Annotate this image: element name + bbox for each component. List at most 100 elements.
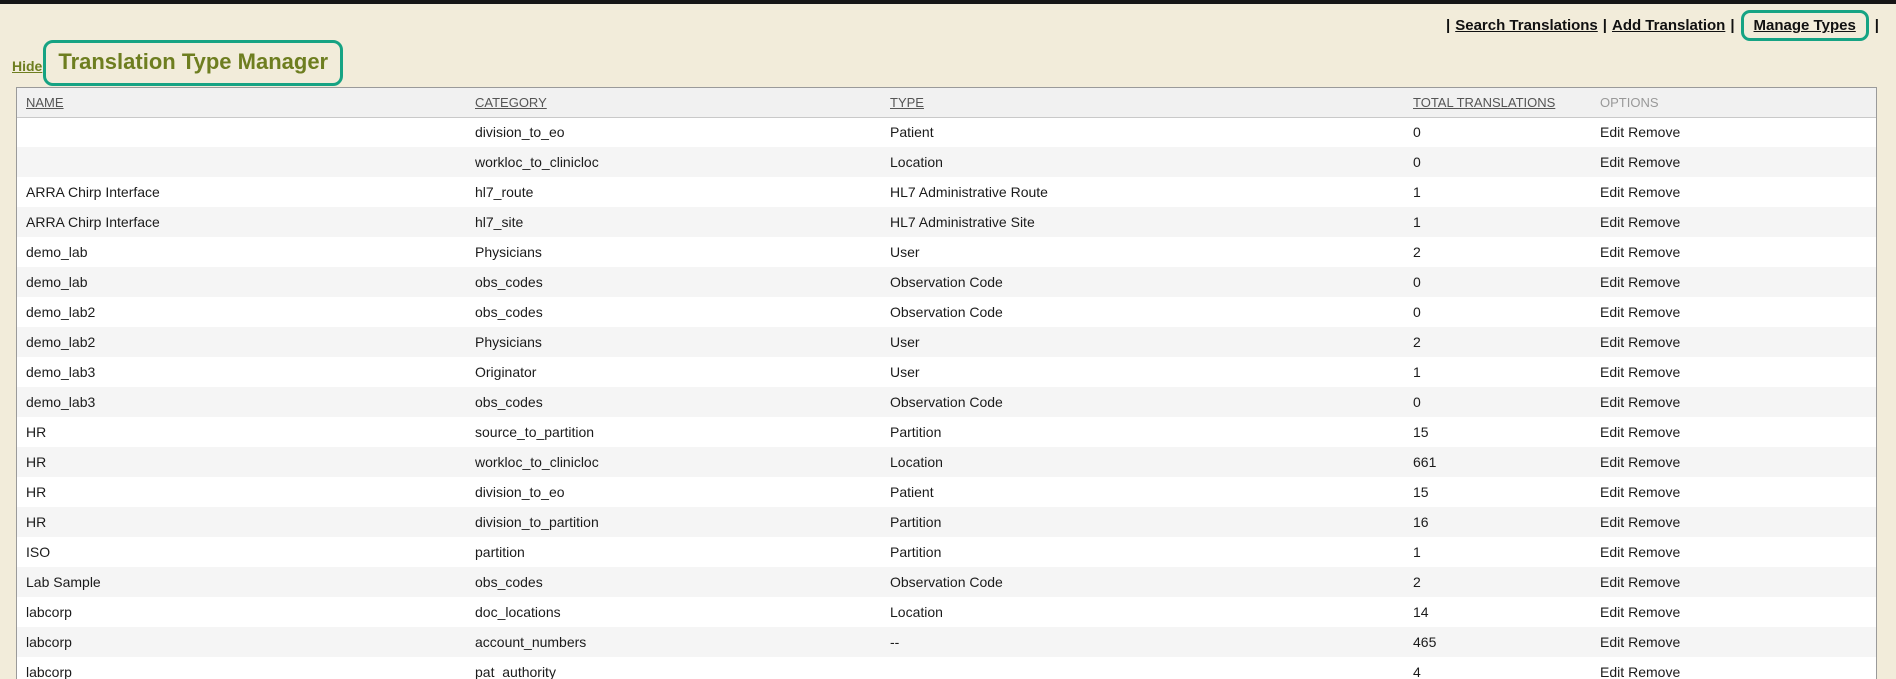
edit-link[interactable]: Edit	[1600, 124, 1624, 140]
cell-category: account_numbers	[466, 627, 881, 657]
cell-type: Location	[881, 147, 1404, 177]
cell-options: EditRemove	[1591, 387, 1876, 417]
remove-link[interactable]: Remove	[1628, 184, 1680, 200]
edit-link[interactable]: Edit	[1600, 304, 1624, 320]
edit-link[interactable]: Edit	[1600, 184, 1624, 200]
cell-name: demo_lab3	[17, 357, 466, 387]
cell-type: Patient	[881, 477, 1404, 507]
column-header-options: OPTIONS	[1591, 88, 1876, 117]
cell-name: demo_lab	[17, 267, 466, 297]
cell-category: doc_locations	[466, 597, 881, 627]
table-row: demo_labobs_codesObservation Code0EditRe…	[17, 267, 1876, 297]
edit-link[interactable]: Edit	[1600, 454, 1624, 470]
remove-link[interactable]: Remove	[1628, 394, 1680, 410]
remove-link[interactable]: Remove	[1628, 514, 1680, 530]
cell-type: HL7 Administrative Site	[881, 207, 1404, 237]
edit-link[interactable]: Edit	[1600, 574, 1624, 590]
table-row: HRdivision_to_eoPatient15EditRemove	[17, 477, 1876, 507]
cell-name: demo_lab	[17, 237, 466, 267]
cell-options: EditRemove	[1591, 297, 1876, 327]
column-header-type[interactable]: TYPE	[881, 88, 1404, 117]
remove-link[interactable]: Remove	[1628, 634, 1680, 650]
edit-link[interactable]: Edit	[1600, 634, 1624, 650]
table-row: demo_lab2PhysiciansUser2EditRemove	[17, 327, 1876, 357]
cell-total-translations: 1	[1404, 537, 1591, 567]
remove-link[interactable]: Remove	[1628, 544, 1680, 560]
cell-type: Location	[881, 447, 1404, 477]
top-black-bar	[0, 0, 1896, 4]
cell-total-translations: 2	[1404, 327, 1591, 357]
remove-link[interactable]: Remove	[1628, 424, 1680, 440]
remove-link[interactable]: Remove	[1628, 154, 1680, 170]
column-header-name[interactable]: NAME	[17, 88, 466, 117]
column-header-total-translations[interactable]: TOTAL TRANSLATIONS	[1404, 88, 1591, 117]
cell-type: Observation Code	[881, 297, 1404, 327]
remove-link[interactable]: Remove	[1628, 244, 1680, 260]
nav-link-manage-types[interactable]: Manage Types	[1754, 17, 1856, 34]
remove-link[interactable]: Remove	[1628, 274, 1680, 290]
cell-total-translations: 2	[1404, 567, 1591, 597]
cell-name: HR	[17, 477, 466, 507]
cell-name: demo_lab3	[17, 387, 466, 417]
remove-link[interactable]: Remove	[1628, 664, 1680, 679]
edit-link[interactable]: Edit	[1600, 274, 1624, 290]
translation-type-panel: NAME CATEGORY TYPE TOTAL TRANSLATIONS OP…	[16, 87, 1877, 679]
table-header-row: NAME CATEGORY TYPE TOTAL TRANSLATIONS OP…	[17, 88, 1876, 117]
edit-link[interactable]: Edit	[1600, 514, 1624, 530]
cell-type: Partition	[881, 507, 1404, 537]
cell-type: Partition	[881, 417, 1404, 447]
edit-link[interactable]: Edit	[1600, 664, 1624, 679]
edit-link[interactable]: Edit	[1600, 604, 1624, 620]
title-highlight-box: Translation Type Manager	[43, 40, 343, 86]
remove-link[interactable]: Remove	[1628, 364, 1680, 380]
remove-link[interactable]: Remove	[1628, 454, 1680, 470]
edit-link[interactable]: Edit	[1600, 364, 1624, 380]
remove-link[interactable]: Remove	[1628, 574, 1680, 590]
cell-options: EditRemove	[1591, 477, 1876, 507]
remove-link[interactable]: Remove	[1628, 124, 1680, 140]
edit-link[interactable]: Edit	[1600, 244, 1624, 260]
edit-link[interactable]: Edit	[1600, 484, 1624, 500]
cell-type	[881, 657, 1404, 679]
cell-name: ISO	[17, 537, 466, 567]
table-row: demo_lab3obs_codesObservation Code0EditR…	[17, 387, 1876, 417]
remove-link[interactable]: Remove	[1628, 604, 1680, 620]
cell-options: Edit Remove	[1591, 657, 1876, 679]
edit-link[interactable]: Edit	[1600, 334, 1624, 350]
remove-link[interactable]: Remove	[1628, 484, 1680, 500]
cell-options: EditRemove	[1591, 357, 1876, 387]
cell-options: EditRemove	[1591, 327, 1876, 357]
hide-link[interactable]: Hide	[12, 58, 42, 74]
cell-category: Originator	[466, 357, 881, 387]
cell-total-translations: 0	[1404, 117, 1591, 147]
column-header-category[interactable]: CATEGORY	[466, 88, 881, 117]
table-row: HRworkloc_to_cliniclocLocation661EditRem…	[17, 447, 1876, 477]
cell-total-translations: 661	[1404, 447, 1591, 477]
table-row: labcorppat_authority4EditRemove	[17, 657, 1876, 679]
cell-options: EditRemove	[1591, 237, 1876, 267]
cell-options: EditRemove	[1591, 627, 1876, 657]
edit-link[interactable]: Edit	[1600, 214, 1624, 230]
remove-link[interactable]: Remove	[1628, 304, 1680, 320]
cell-total-translations: 1	[1404, 357, 1591, 387]
nav-link-search-translations[interactable]: Search Translations	[1455, 17, 1598, 34]
cell-type: HL7 Administrative Route	[881, 177, 1404, 207]
nav-link-add-translation[interactable]: Add Translation	[1612, 17, 1725, 34]
remove-link[interactable]: Remove	[1628, 214, 1680, 230]
cell-name: HR	[17, 417, 466, 447]
remove-link[interactable]: Remove	[1628, 334, 1680, 350]
nav-separator: |	[1875, 17, 1879, 34]
edit-link[interactable]: Edit	[1600, 544, 1624, 560]
cell-total-translations: 15	[1404, 417, 1591, 447]
cell-category: obs_codes	[466, 267, 881, 297]
cell-name: labcorp	[17, 657, 466, 679]
table-row: demo_lab2obs_codesObservation Code0EditR…	[17, 297, 1876, 327]
cell-name: HR	[17, 447, 466, 477]
cell-name: labcorp	[17, 627, 466, 657]
edit-link[interactable]: Edit	[1600, 154, 1624, 170]
edit-link[interactable]: Edit	[1600, 424, 1624, 440]
cell-category: division_to_eo	[466, 117, 881, 147]
table-row: labcorpaccount_numbers--465EditRemove	[17, 627, 1876, 657]
cell-type: Patient	[881, 117, 1404, 147]
edit-link[interactable]: Edit	[1600, 394, 1624, 410]
